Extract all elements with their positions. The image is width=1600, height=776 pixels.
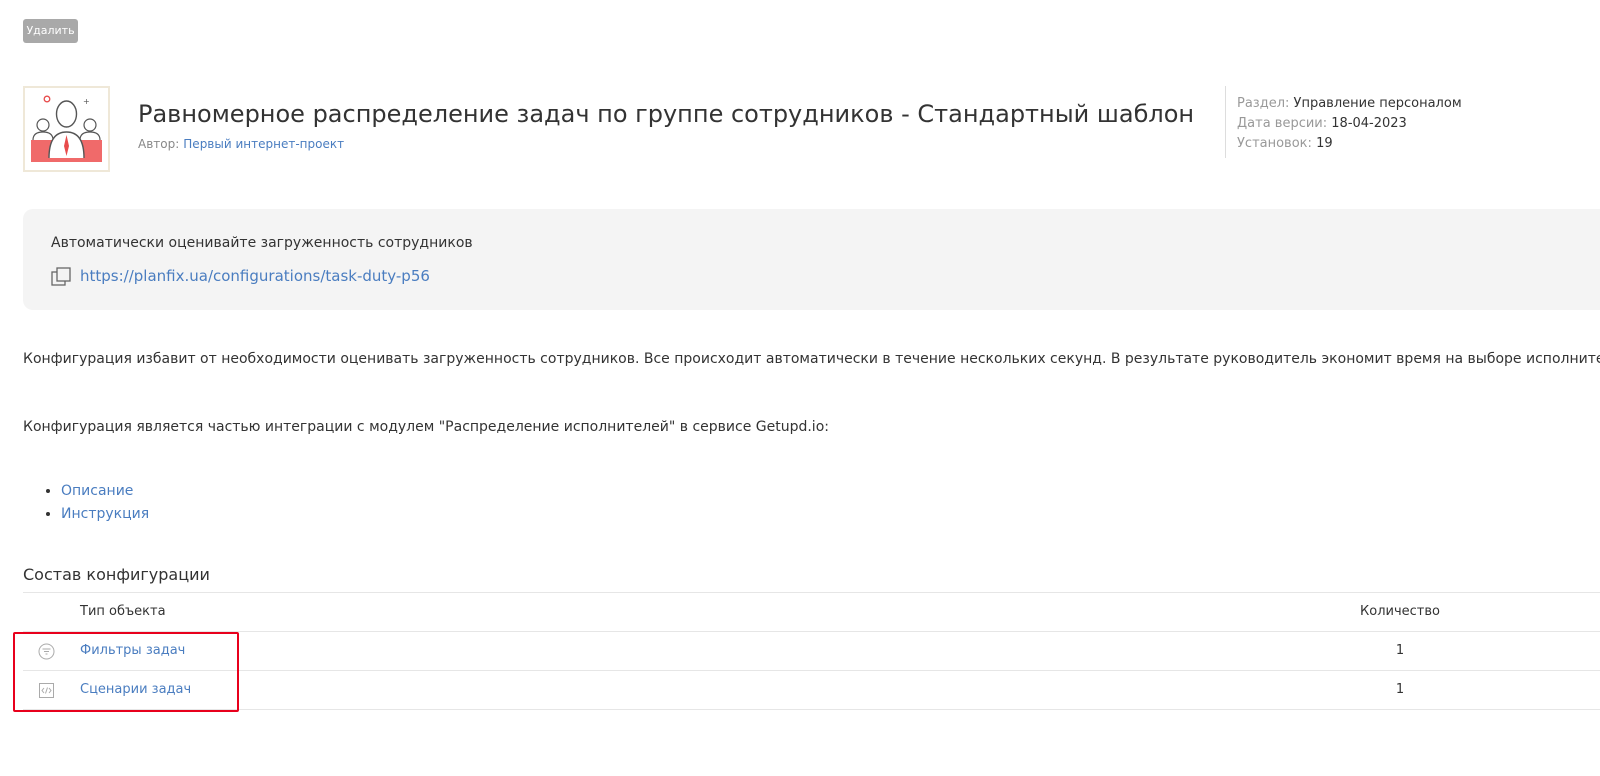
column-header-type: Тип объекта [80, 604, 166, 619]
task-scenarios-count: 1 [1395, 682, 1405, 697]
summary-panel: Автоматически оценивайте загруженность с… [23, 209, 1600, 310]
table-row: Сценарии задач 1 [23, 671, 1600, 710]
configuration-meta: Раздел: Управление персоналом Дата верси… [1225, 86, 1600, 158]
configuration-header: + Равномерное распределение задач по гру… [23, 86, 1600, 172]
meta-section-label: Раздел: [1237, 96, 1290, 111]
list-item: Инструкция [61, 503, 149, 526]
description-link[interactable]: Описание [61, 483, 133, 499]
meta-installs-label: Установок: [1237, 136, 1312, 151]
column-header-count: Количество [1360, 604, 1440, 619]
description-paragraph: Конфигурация избавит от необходимости оц… [23, 351, 1600, 367]
configuration-url-link[interactable]: https://planfix.ua/configurations/task-d… [80, 267, 430, 285]
meta-version: Дата версии: 18-04-2023 [1237, 114, 1600, 134]
meta-section: Раздел: Управление персоналом [1237, 94, 1600, 114]
table-row: Фильтры задач 1 [23, 632, 1600, 671]
meta-installs-value: 19 [1316, 136, 1333, 151]
filter-icon [38, 643, 55, 660]
delete-button[interactable]: Удалить [23, 19, 78, 43]
instruction-link[interactable]: Инструкция [61, 506, 149, 522]
task-filters-count: 1 [1395, 643, 1405, 658]
code-script-icon [38, 682, 55, 699]
composition-title: Состав конфигурации [23, 565, 210, 584]
task-filters-link[interactable]: Фильтры задач [80, 643, 185, 658]
task-scenarios-link[interactable]: Сценарии задач [80, 682, 191, 697]
svg-text:+: + [83, 97, 90, 106]
author-line: Автор: Первый интернет-проект [138, 137, 344, 151]
author-link[interactable]: Первый интернет-проект [183, 137, 344, 151]
team-people-icon: + [23, 86, 110, 172]
meta-installs: Установок: 19 [1237, 134, 1600, 154]
author-label: Автор: [138, 137, 180, 151]
meta-version-label: Дата версии: [1237, 116, 1328, 131]
integration-paragraph: Конфигурация является частью интеграции … [23, 419, 829, 435]
composition-table: Тип объекта Количество Фильтры задач 1 С… [23, 592, 1600, 710]
page-title: Равномерное распределение задач по групп… [138, 100, 1195, 128]
meta-section-value: Управление персоналом [1293, 96, 1462, 111]
copy-icon[interactable] [51, 267, 71, 287]
panel-tagline: Автоматически оценивайте загруженность с… [51, 235, 473, 251]
list-item: Описание [61, 480, 149, 503]
integration-links: Описание Инструкция [23, 480, 149, 526]
table-header-row: Тип объекта Количество [23, 593, 1600, 632]
meta-version-value: 18-04-2023 [1331, 116, 1407, 131]
